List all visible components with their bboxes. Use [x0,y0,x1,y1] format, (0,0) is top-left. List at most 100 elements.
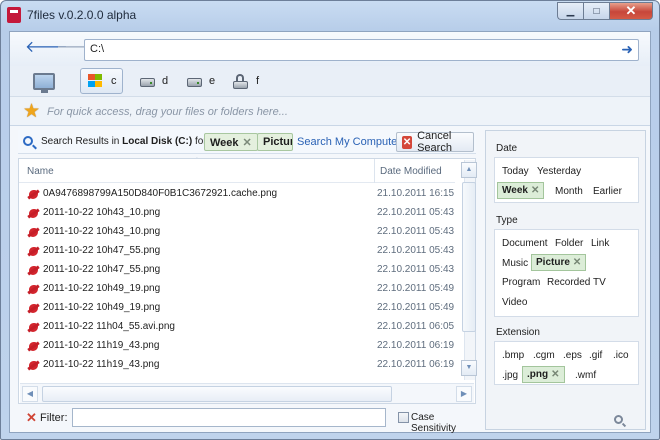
png-file-icon [27,283,40,296]
list-item[interactable]: 2011-10-22 10h49_19.png 22.10.2011 05:49 [19,280,455,299]
minimize-icon: ▁ [566,5,575,17]
close-button[interactable]: ✕ [609,2,653,20]
address-input[interactable]: C:\ ➜ [84,39,639,61]
windows-drive-icon [86,73,104,89]
facet-ext-jpg[interactable]: .jpg [502,370,518,381]
facet-type-music[interactable]: Music [502,258,528,269]
list-item[interactable]: 2011-10-22 10h47_55.png 22.10.2011 05:43 [19,242,455,261]
facet-ext-wmf[interactable]: .wmf [575,370,596,381]
list-item[interactable]: 2011-10-22 11h19_43.png 22.10.2011 06:19 [19,337,455,356]
remove-facet-icon[interactable]: ✕ [573,257,581,268]
column-divider[interactable] [374,159,375,183]
list-item[interactable]: 2011-10-22 10h43_10.png 22.10.2011 05:43 [19,204,455,223]
facet-ext-gif[interactable]: .gif [589,350,602,361]
star-icon: ★ [23,101,41,122]
scroll-left-icon[interactable]: ◀ [22,386,38,402]
search-my-computer-link[interactable]: Search My Computer [297,136,401,148]
file-name: 2011-10-22 10h43_10.png [43,226,161,237]
file-name: 2011-10-22 11h19_43.png [43,359,160,370]
horizontal-scrollbar[interactable]: ◀ ▶ [20,383,474,403]
facet-type-link[interactable]: Link [591,238,609,249]
facet-date-month[interactable]: Month [555,186,583,197]
cancel-icon: ✕ [402,135,413,149]
maximize-icon: □ [593,5,600,17]
computer-button[interactable] [28,68,60,94]
vertical-scrollbar[interactable]: ▲ ▼ [461,160,477,380]
list-item[interactable]: 2011-10-22 11h19_43.png 22.10.2011 06:19 [19,356,455,375]
search-chip-picture[interactable]: Picture [257,133,293,151]
address-text: C:\ [90,43,105,55]
file-date: 22.10.2011 05:43 [377,264,455,275]
list-item[interactable]: 2011-10-22 11h04_55.avi.png 22.10.2011 06… [19,318,455,337]
facet-title-extension: Extension [496,327,540,338]
facet-ext-cgm[interactable]: .cgm [533,350,555,361]
drive-label: f [256,75,260,87]
png-file-icon [27,359,40,372]
horizontal-scroll-thumb[interactable] [42,386,392,402]
list-item[interactable]: 2011-10-22 10h49_19.png 22.10.2011 05:49 [19,299,455,318]
search-chip-week[interactable]: Week ✕ [204,133,258,151]
facet-date-week[interactable]: Week ✕ [497,182,545,199]
facet-date-yesterday[interactable]: Yesterday [537,166,581,177]
vertical-scroll-thumb[interactable] [462,182,476,332]
facet-type-program[interactable]: Program [502,277,540,288]
facet-ext-eps[interactable]: .eps [563,350,582,361]
facet-panel: Date Today Yesterday Week ✕ Month Earlier… [485,130,646,430]
case-sensitivity-label[interactable]: Case Sensitivity [411,412,476,434]
facet-date-earlier[interactable]: Earlier [593,186,622,197]
facet-date-today[interactable]: Today [502,166,529,177]
png-file-icon [27,340,40,353]
extension-facet-box: .bmp .cgm .eps .gif .ico .jpg .png ✕ .wmf [494,341,639,385]
facet-ext-bmp[interactable]: .bmp [502,350,524,361]
scroll-down-icon[interactable]: ▼ [461,360,477,376]
drive-d-button[interactable]: d [135,68,173,94]
list-item[interactable]: 2011-10-22 10h43_10.png 22.10.2011 05:43 [19,223,455,242]
drive-c-button[interactable]: c [80,68,123,94]
column-date-modified[interactable]: Date Modified [380,166,442,177]
drive-f-button[interactable]: f [228,68,264,94]
list-item[interactable]: 2011-10-22 10h47_55.png 22.10.2011 05:43 [19,261,455,280]
search-results-bar: Search Results in Local Disk (C:) for We… [18,130,476,154]
facet-type-recorded-tv[interactable]: Recorded TV [547,277,606,288]
quick-access-bar[interactable]: ★ For quick access, drag your files or f… [10,96,650,126]
facet-type-video[interactable]: Video [502,297,527,308]
chip-label: Week [210,137,239,149]
facet-label: .png [527,369,549,380]
png-file-icon [27,226,40,239]
file-name: 2011-10-22 11h04_55.avi.png [43,321,175,332]
filter-bar: ✕ Filter: Case Sensitivity [18,406,476,434]
go-arrow-icon[interactable]: ➜ [621,41,633,58]
filter-input[interactable] [72,408,386,427]
file-name: 2011-10-22 11h19_43.png [43,340,160,351]
title-bar[interactable]: 7files v.0.2.0.0 alpha ▁ □ ✕ [1,1,659,31]
magnifier-icon[interactable] [614,415,623,424]
file-date: 22.10.2011 05:49 [377,283,455,294]
facet-type-document[interactable]: Document [502,238,548,249]
remove-facet-icon[interactable]: ✕ [531,185,539,196]
remove-chip-icon[interactable]: ✕ [243,137,252,149]
maximize-button[interactable]: □ [583,2,609,20]
scroll-up-icon[interactable]: ▲ [461,162,477,178]
scroll-right-icon[interactable]: ▶ [456,386,472,402]
drive-label: d [162,75,169,87]
minimize-button[interactable]: ▁ [557,2,583,20]
app-icon[interactable] [7,7,21,23]
facet-type-folder[interactable]: Folder [555,238,583,249]
close-icon: ✕ [625,3,637,18]
column-name[interactable]: Name [27,166,54,177]
file-date: 22.10.2011 05:43 [377,226,455,237]
drive-e-button[interactable]: e [182,68,220,94]
facet-type-picture[interactable]: Picture ✕ [531,254,587,271]
facet-ext-png[interactable]: .png ✕ [522,366,565,383]
search-prefix: Search Results in [41,136,120,147]
remove-facet-icon[interactable]: ✕ [551,369,559,380]
navigation-bar: 🡐 🡒 C:\ ➜ [10,32,650,66]
png-file-icon [27,245,40,258]
cancel-search-button[interactable]: ✕ Cancel Search [396,130,474,154]
facet-ext-ico[interactable]: .ico [613,350,629,361]
case-sensitivity-checkbox[interactable] [398,412,409,423]
list-item[interactable]: 0A9476898799A150D840F0B1C3672921.cache.p… [19,185,455,204]
filter-label: Filter: [40,412,68,424]
drive-label: e [209,75,216,87]
clear-filter-icon[interactable]: ✕ [26,410,37,426]
